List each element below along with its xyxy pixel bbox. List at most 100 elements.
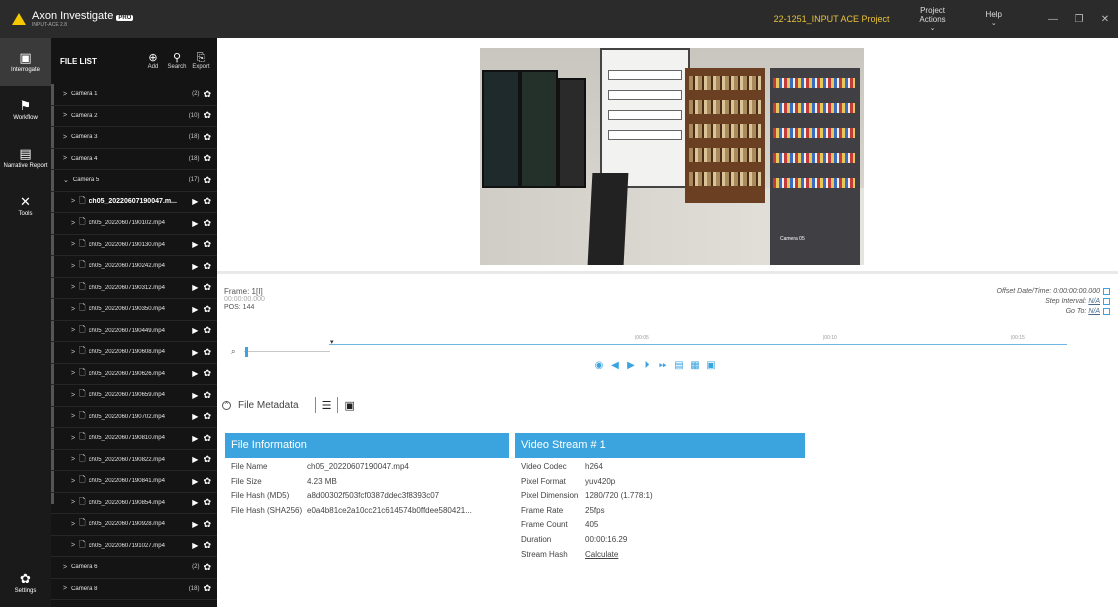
playhead-marker[interactable]: ▾ [330,338,334,346]
file-row[interactable]: > 🗋 ch05_20220607190130.mp4 ▶ ✿ [51,235,217,256]
step-back-icon[interactable]: ◀︎ [607,360,623,371]
edit-icon[interactable] [1103,307,1110,315]
file-row[interactable]: > 🗋 ch05_20220607190810.mp4 ▶ ✿ [51,428,217,450]
play-icon[interactable]: ▶ [192,283,198,292]
collapse-icon[interactable]: ^ [222,400,231,410]
play-icon[interactable]: ▶ [192,369,198,378]
nav-interrogate[interactable]: ▣ Interrogate [0,38,51,86]
gear-icon[interactable]: ✿ [203,562,211,573]
minimize-button[interactable]: — [1040,14,1066,25]
chevron-right-icon[interactable]: > [71,198,75,205]
camera-row[interactable]: > Camera 4 (18) ✿ [51,149,217,170]
export-frame-icon[interactable]: ▣ [703,360,719,371]
chevron-right-icon[interactable]: > [71,435,75,442]
offset-value[interactable]: 0:00:00:00.000 [1053,288,1100,295]
chevron-right-icon[interactable]: > [63,585,67,592]
file-row[interactable]: > 🗋 ch05_20220607190626.mp4 ▶ ✿ [51,364,217,385]
gear-icon[interactable]: ✿ [203,218,211,229]
chevron-right-icon[interactable]: > [71,542,75,549]
play-icon[interactable]: ▶ [192,391,198,400]
file-metadata-label[interactable]: File Metadata [238,400,299,411]
frame-icon[interactable]: ▤ [671,360,687,371]
gear-icon[interactable]: ✿ [203,411,211,422]
play-icon[interactable]: ▶ [192,434,198,443]
help-menu[interactable]: Help ⌄ [986,10,1002,28]
gear-icon[interactable]: ✿ [203,433,211,444]
play-icon[interactable]: ▶︎ [623,360,639,371]
gear-icon[interactable]: ✿ [203,261,211,272]
play-icon[interactable]: ▶ [192,262,198,271]
gear-icon[interactable]: ✿ [203,583,211,594]
search-button[interactable]: ⚲ Search [165,52,189,71]
play-icon[interactable]: ▶ [192,412,198,421]
file-row[interactable]: > 🗋 ch05_20220607190854.mp4 ▶ ✿ [51,493,217,514]
gear-icon[interactable]: ✿ [203,325,211,336]
chevron-right-icon[interactable]: > [71,521,75,528]
video-player[interactable]: Camera 05 [480,48,864,265]
file-row[interactable]: > 🗋 ch05_20220607190242.mp4 ▶ ✿ [51,256,217,278]
step-value[interactable]: N/A [1088,298,1100,305]
camera-row[interactable]: > Camera 8 (18) ✿ [51,579,217,600]
add-button[interactable]: ⊕ Add [141,52,165,71]
play-icon[interactable]: ▶ [192,520,198,529]
close-button[interactable]: ✕ [1092,14,1118,25]
fast-forward-icon[interactable]: ⏩︎ [655,360,671,371]
chevron-right-icon[interactable]: > [71,349,75,356]
camera-row[interactable]: > Camera 6 (2) ✿ [51,557,217,579]
gear-icon[interactable]: ✿ [203,519,211,530]
play-icon[interactable]: ▶ [192,197,198,206]
gear-icon[interactable]: ✿ [203,239,211,250]
play-icon[interactable]: ▶ [192,348,198,357]
chevron-right-icon[interactable]: > [71,456,75,463]
camera-row[interactable]: > Camera 3 (18) ✿ [51,127,217,149]
chevron-right-icon[interactable]: > [71,499,75,506]
zoom-slider[interactable] [244,351,330,352]
play-icon[interactable]: ▶ [192,305,198,314]
gear-icon[interactable]: ✿ [203,304,211,315]
file-row[interactable]: > 🗋 ch05_20220607190047.m... ▶ ✿ [51,192,217,213]
chevron-right-icon[interactable]: > [63,112,67,119]
camera-icon[interactable]: ◉ [591,360,607,371]
play-icon[interactable]: ▶ [192,498,198,507]
file-row[interactable]: > 🗋 ch05_20220607190608.mp4 ▶ ✿ [51,342,217,364]
nav-narrative-report[interactable]: ▤ Narrative Report [0,134,51,182]
export-button[interactable]: ⎘ Export [189,52,213,71]
file-row[interactable]: > 🗋 ch05_20220607190841.mp4 ▶ ✿ [51,471,217,493]
step-forward-icon[interactable]: ⏵ [639,360,655,371]
gear-icon[interactable]: ✿ [203,347,211,358]
file-row[interactable]: > 🗋 ch05_20220607190928.mp4 ▶ ✿ [51,514,217,536]
nav-workflow[interactable]: ⚑ Workflow [0,86,51,134]
gear-icon[interactable]: ✿ [203,110,211,121]
chevron-right-icon[interactable]: > [71,327,75,334]
video-divider[interactable] [217,271,1118,274]
gear-icon[interactable]: ✿ [203,132,211,143]
play-icon[interactable]: ▶ [192,541,198,550]
gear-icon[interactable]: ✿ [203,282,211,293]
chevron-right-icon[interactable]: > [71,306,75,313]
gear-icon[interactable]: ✿ [203,476,211,487]
camera-row[interactable]: ⌄ Camera 5 (17) ✿ [51,170,217,192]
chevron-right-icon[interactable]: > [63,564,67,571]
zoom-slider-handle[interactable] [245,347,248,357]
chevron-down-icon[interactable]: ⌄ [63,176,69,184]
nav-settings[interactable]: ✿ Settings [0,559,51,607]
chevron-right-icon[interactable]: > [63,91,67,98]
chevron-right-icon[interactable]: > [71,370,75,377]
chevron-right-icon[interactable]: > [63,134,67,141]
edit-icon[interactable] [1103,297,1110,305]
chevron-right-icon[interactable]: > [63,155,67,162]
chevron-right-icon[interactable]: > [71,478,75,485]
file-row[interactable]: > 🗋 ch05_20220607191027.mp4 ▶ ✿ [51,536,217,557]
file-row[interactable]: > 🗋 ch05_20220607190312.mp4 ▶ ✿ [51,278,217,299]
gear-icon[interactable]: ✿ [203,390,211,401]
edit-icon[interactable] [1103,287,1110,295]
gear-icon[interactable]: ✿ [203,497,211,508]
chevron-right-icon[interactable]: > [71,241,75,248]
camera-row[interactable]: > Camera 1 (2) ✿ [51,84,217,106]
gear-icon[interactable]: ✿ [203,540,211,551]
file-row[interactable]: > 🗋 ch05_20220607190449.mp4 ▶ ✿ [51,321,217,342]
file-row[interactable]: > 🗋 ch05_20220607190659.mp4 ▶ ✿ [51,385,217,407]
film-icon[interactable]: ▦ [687,360,703,371]
play-icon[interactable]: ▶ [192,477,198,486]
timeline-track[interactable] [329,344,1067,345]
